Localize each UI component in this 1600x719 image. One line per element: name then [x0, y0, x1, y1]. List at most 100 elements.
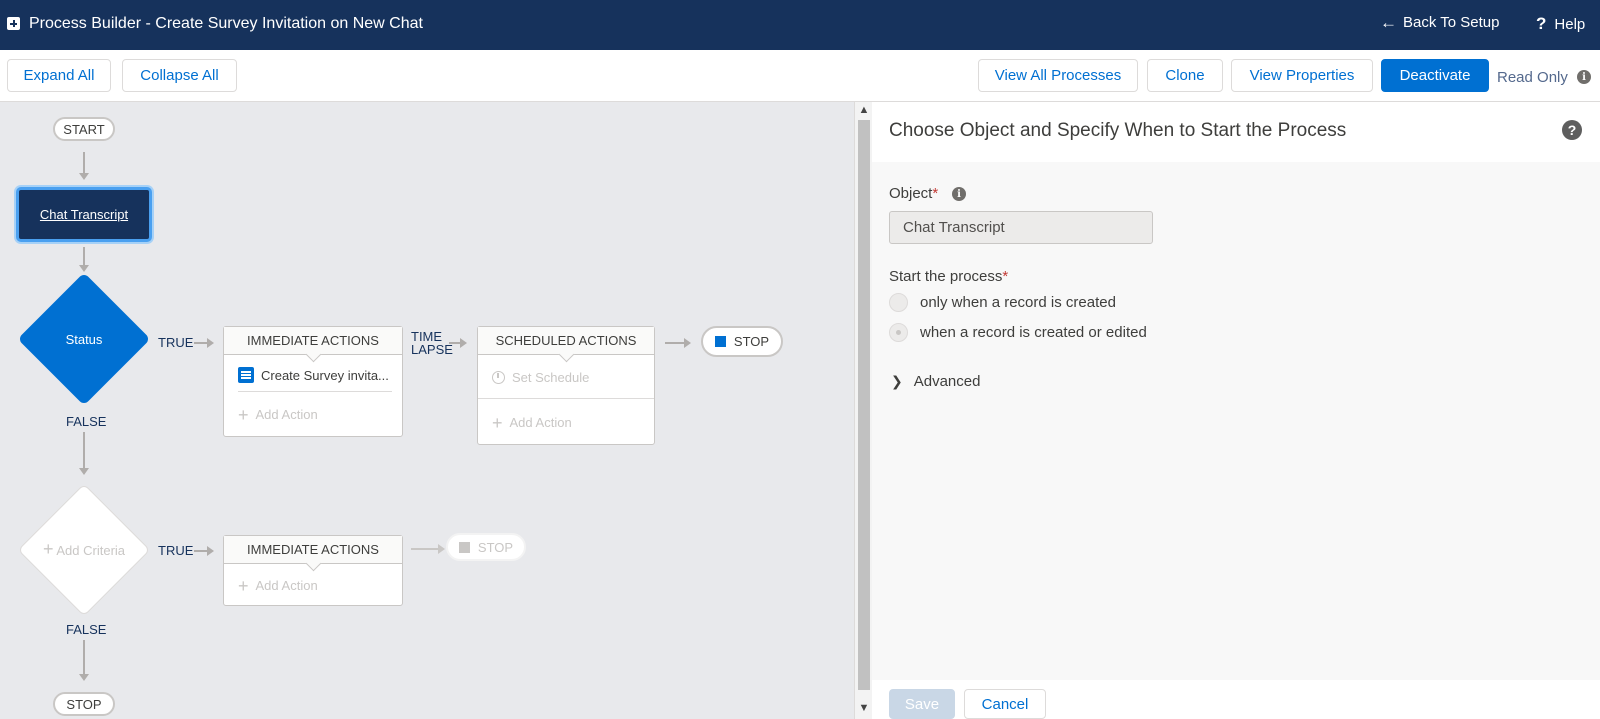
required-marker: * [932, 185, 939, 202]
connector [83, 432, 85, 470]
advanced-toggle[interactable]: ❯ Advanced [891, 373, 980, 390]
radio-button[interactable] [889, 293, 908, 312]
arrow-down [79, 173, 89, 180]
scrollbar-thumb[interactable] [858, 120, 870, 690]
start-process-label: Start the process* [889, 268, 1008, 285]
scroll-up-icon[interactable]: ▲ [855, 104, 873, 116]
view-all-processes-button[interactable]: View All Processes [978, 59, 1138, 92]
list-icon [238, 367, 254, 383]
cancel-button[interactable]: Cancel [964, 689, 1046, 719]
arrow-down [79, 674, 89, 681]
info-icon[interactable]: i [952, 187, 966, 201]
add-action-label: Add Action [255, 578, 318, 593]
true-label: TRUE [158, 543, 194, 558]
connector [83, 247, 85, 267]
radio-label: only when a record is created [920, 294, 1116, 311]
action-item[interactable]: Create Survey invita... [238, 367, 389, 383]
set-schedule-label: Set Schedule [512, 370, 590, 385]
view-properties-button[interactable]: View Properties [1231, 59, 1373, 92]
set-schedule-button[interactable]: Set Schedule [492, 370, 589, 385]
plus-icon: + [238, 575, 249, 596]
question-icon: ? [1536, 14, 1547, 33]
save-button[interactable]: Save [889, 689, 955, 719]
add-criteria-label: Add Criteria [56, 543, 126, 558]
help-label: Help [1554, 15, 1586, 33]
add-action-button[interactable]: + Add Action [238, 404, 318, 425]
connector [194, 550, 208, 552]
stop-label: STOP [733, 334, 770, 349]
expand-all-button[interactable]: Expand All [7, 59, 111, 92]
panel-footer: Save Cancel [872, 680, 1600, 719]
advanced-label: Advanced [913, 373, 981, 390]
true-label: TRUE [158, 335, 194, 350]
scheduled-actions-box: SCHEDULED ACTIONS Set Schedule + Add Act… [477, 326, 655, 445]
app-title: Process Builder - Create Survey Invitati… [29, 15, 423, 32]
add-action-label: Add Action [509, 415, 572, 430]
arrow-right [207, 546, 214, 556]
canvas-scrollbar[interactable]: ▲ ▼ [854, 102, 872, 719]
properties-panel: Choose Object and Specify When to Start … [872, 102, 1600, 719]
connector [194, 342, 208, 344]
radio-button-selected[interactable] [889, 323, 908, 342]
scheduled-actions-header: SCHEDULED ACTIONS [478, 327, 654, 355]
stop-label: STOP [477, 539, 514, 555]
radio-created-or-edited[interactable]: when a record is created or edited [889, 323, 1147, 342]
chevron-right-icon: ❯ [891, 373, 903, 389]
info-icon[interactable]: i [1577, 70, 1591, 84]
object-node[interactable]: Chat Transcript [16, 187, 152, 242]
time-lapse-label: TIME LAPSE [411, 330, 453, 356]
radio-label: when a record is created or edited [920, 324, 1147, 341]
criteria-label: Status [65, 332, 103, 347]
stop-icon [714, 336, 726, 347]
question-icon[interactable]: ? [1562, 120, 1582, 140]
object-field-label: Object* [889, 185, 938, 202]
start-node: START [53, 117, 115, 141]
action-item-label: Create Survey invita... [261, 367, 389, 383]
app-header: Process Builder - Create Survey Invitati… [0, 0, 1600, 50]
add-action-button[interactable]: + Add Action [238, 575, 318, 596]
arrow-down [79, 265, 89, 272]
stop-node: STOP [701, 326, 783, 357]
immediate-actions-header: IMMEDIATE ACTIONS [224, 536, 402, 564]
divider [238, 391, 392, 392]
back-to-setup-link[interactable]: ← Back To Setup [1380, 14, 1499, 31]
panel-title: Choose Object and Specify When to Start … [889, 120, 1347, 141]
clone-button[interactable]: Clone [1147, 59, 1223, 92]
time-lapse-line-2: LAPSE [411, 342, 453, 357]
process-canvas: START Chat Transcript Status TRUE IMMEDI… [0, 102, 854, 719]
panel-header: Choose Object and Specify When to Start … [872, 102, 1600, 162]
immediate-actions-box: IMMEDIATE ACTIONS + Add Action [223, 535, 403, 606]
immediate-actions-box: IMMEDIATE ACTIONS Create Survey invita..… [223, 326, 403, 437]
back-arrow-icon: ← [1380, 13, 1397, 32]
radio-only-created[interactable]: only when a record is created [889, 293, 1116, 312]
arrow-down [79, 468, 89, 475]
process-toolbar: Expand All Collapse All View All Process… [0, 50, 1600, 102]
immediate-actions-header: IMMEDIATE ACTIONS [224, 327, 402, 355]
stop-node-inactive: STOP [446, 533, 526, 561]
read-only-status: Read Only [1497, 69, 1568, 86]
scroll-down-icon[interactable]: ▼ [855, 702, 873, 714]
stop-icon [458, 541, 470, 553]
add-criteria-button[interactable]: + Add Criteria [14, 539, 154, 559]
help-link[interactable]: ? Help [1536, 14, 1585, 34]
arrow-right [207, 338, 214, 348]
object-input[interactable] [889, 211, 1153, 244]
plus-icon: + [492, 412, 503, 433]
process-builder-app-icon [7, 17, 20, 30]
divider [478, 398, 654, 399]
collapse-all-button[interactable]: Collapse All [122, 59, 237, 92]
false-label: FALSE [66, 414, 107, 429]
connector [411, 548, 439, 550]
end-stop-node: STOP [53, 692, 115, 716]
back-to-setup-label: Back To Setup [1403, 14, 1500, 31]
start-process-label-text: Start the process [889, 268, 1003, 285]
add-scheduled-action-button[interactable]: + Add Action [492, 412, 572, 433]
deactivate-button[interactable]: Deactivate [1381, 59, 1489, 92]
plus-icon: + [42, 539, 54, 559]
add-action-label: Add Action [255, 407, 318, 422]
connector [83, 640, 85, 676]
false-label: FALSE [66, 622, 107, 637]
required-marker: * [1002, 268, 1009, 285]
plus-icon: + [238, 404, 249, 425]
clock-icon [492, 371, 505, 384]
